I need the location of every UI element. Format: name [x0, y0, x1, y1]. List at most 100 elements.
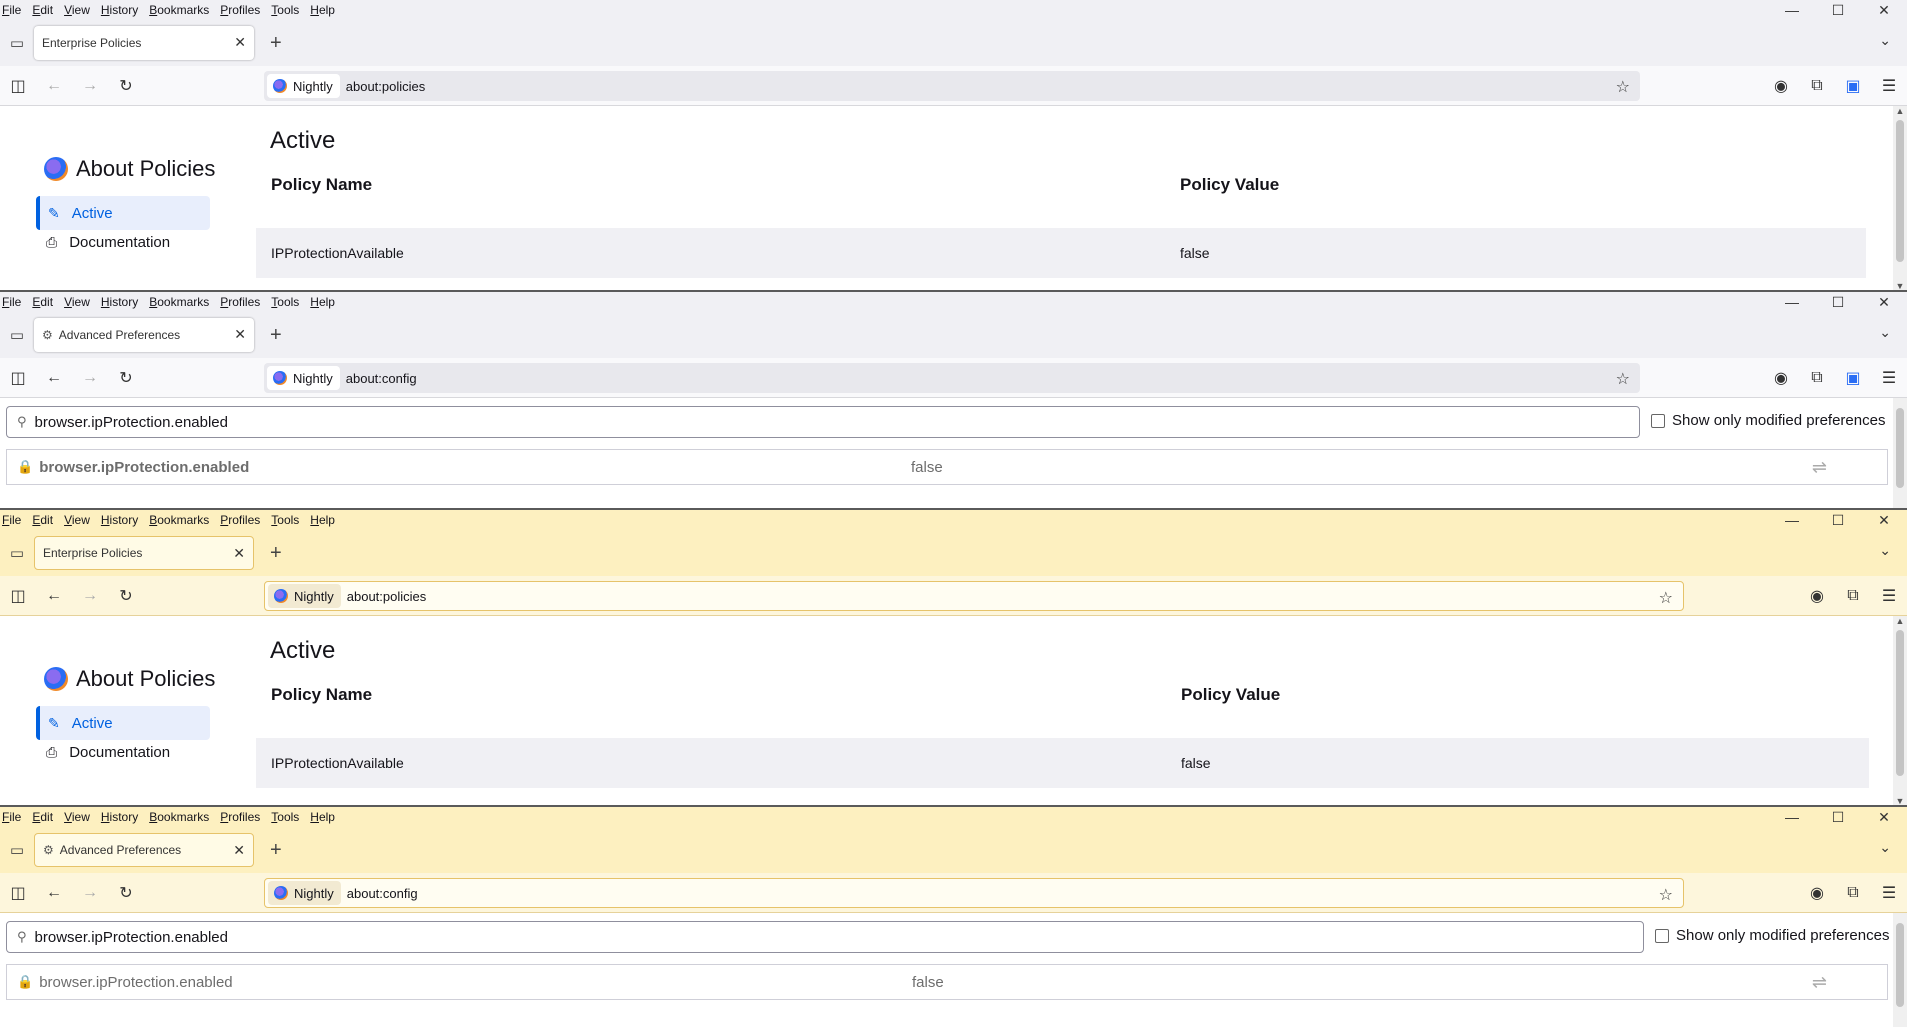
vpn-icon[interactable]: ▣	[1835, 368, 1871, 388]
identity-box[interactable]: Nightly	[268, 881, 341, 905]
close-window-button[interactable]: ✕	[1861, 2, 1907, 19]
back-icon[interactable]: ←	[36, 77, 72, 95]
maximize-button[interactable]: ☐	[1815, 2, 1861, 19]
minimize-button[interactable]: —	[1769, 512, 1815, 528]
menu-view[interactable]: View	[64, 810, 90, 824]
vpn-icon[interactable]: ▣	[1835, 76, 1871, 96]
scrollbar-thumb[interactable]	[1896, 630, 1904, 776]
menu-view[interactable]: View	[64, 513, 90, 527]
forward-icon[interactable]: →	[72, 884, 108, 902]
minimize-button[interactable]: —	[1769, 2, 1815, 18]
account-icon[interactable]: ◉	[1763, 76, 1799, 96]
reload-icon[interactable]: ↻	[108, 76, 144, 96]
show-modified-checkbox[interactable]: Show only modified preferences	[1651, 412, 1885, 429]
forward-icon[interactable]: →	[72, 369, 108, 387]
menu-file[interactable]: File	[2, 513, 21, 527]
tab-list-icon[interactable]: ▭	[0, 544, 34, 562]
search-input[interactable]: ⚲ browser.ipProtection.enabled	[6, 921, 1644, 953]
menu-view[interactable]: View	[64, 3, 90, 17]
menu-profiles[interactable]: Profiles	[220, 295, 260, 309]
extensions-icon[interactable]: ⧉	[1835, 884, 1871, 902]
url-bar[interactable]: Nightly about:config ☆	[264, 363, 1640, 393]
search-value[interactable]: browser.ipProtection.enabled	[35, 929, 228, 946]
menu-history[interactable]: History	[101, 3, 138, 17]
menu-bookmarks[interactable]: Bookmarks	[149, 295, 209, 309]
list-all-tabs-icon[interactable]: ⌄	[1879, 32, 1891, 49]
menu-view[interactable]: View	[64, 295, 90, 309]
tab-enterprise-policies[interactable]: Enterprise Policies ✕	[34, 26, 254, 60]
maximize-button[interactable]: ☐	[1815, 809, 1861, 826]
tab-enterprise-policies[interactable]: Enterprise Policies ✕	[34, 536, 254, 570]
menu-bookmarks[interactable]: Bookmarks	[149, 3, 209, 17]
close-tab-icon[interactable]: ✕	[233, 545, 245, 562]
scrollbar-thumb[interactable]	[1896, 408, 1904, 488]
menu-edit[interactable]: Edit	[32, 3, 53, 17]
url-text[interactable]: about:policies	[346, 79, 426, 94]
sidebar-item-active[interactable]: ✎ Active	[36, 196, 210, 230]
forward-icon[interactable]: →	[72, 587, 108, 605]
menu-profiles[interactable]: Profiles	[220, 3, 260, 17]
maximize-button[interactable]: ☐	[1815, 294, 1861, 311]
tab-list-icon[interactable]: ▭	[0, 841, 34, 859]
scroll-up-icon[interactable]: ▲	[1893, 616, 1907, 626]
reload-icon[interactable]: ↻	[108, 368, 144, 388]
new-tab-icon[interactable]: +	[270, 839, 282, 862]
close-tab-icon[interactable]: ✕	[234, 34, 246, 51]
menu-help[interactable]: Help	[310, 810, 335, 824]
new-tab-icon[interactable]: +	[270, 32, 282, 55]
list-all-tabs-icon[interactable]: ⌄	[1879, 324, 1891, 341]
back-icon[interactable]: ←	[36, 369, 72, 387]
back-icon[interactable]: ←	[36, 884, 72, 902]
extensions-icon[interactable]: ⧉	[1799, 369, 1835, 387]
menu-tools[interactable]: Tools	[271, 810, 299, 824]
sidebar-item-active[interactable]: ✎ Active	[36, 706, 210, 740]
extensions-icon[interactable]: ⧉	[1799, 77, 1835, 95]
bookmark-star-icon[interactable]: ☆	[1616, 77, 1630, 97]
scrollbar-thumb[interactable]	[1896, 923, 1904, 1007]
minimize-button[interactable]: —	[1769, 294, 1815, 310]
close-tab-icon[interactable]: ✕	[234, 326, 246, 343]
menu-tools[interactable]: Tools	[271, 3, 299, 17]
url-bar[interactable]: Nightly about:policies ☆	[264, 581, 1684, 611]
menu-file[interactable]: File	[2, 295, 21, 309]
account-icon[interactable]: ◉	[1763, 368, 1799, 388]
url-text[interactable]: about:policies	[347, 589, 427, 604]
toggle-icon[interactable]: ⇌	[1812, 972, 1827, 993]
tab-advanced-preferences[interactable]: ⚙ Advanced Preferences ✕	[34, 833, 254, 867]
menu-edit[interactable]: Edit	[32, 295, 53, 309]
identity-box[interactable]: Nightly	[268, 584, 341, 608]
menu-tools[interactable]: Tools	[271, 513, 299, 527]
scrollbar-thumb[interactable]	[1896, 120, 1904, 262]
menu-tools[interactable]: Tools	[271, 295, 299, 309]
menu-edit[interactable]: Edit	[32, 810, 53, 824]
list-all-tabs-icon[interactable]: ⌄	[1879, 542, 1891, 559]
url-text[interactable]: about:config	[346, 371, 417, 386]
url-bar[interactable]: Nightly about:policies ☆	[264, 71, 1640, 101]
account-icon[interactable]: ◉	[1799, 883, 1835, 903]
menu-icon[interactable]: ☰	[1871, 76, 1907, 96]
identity-box[interactable]: Nightly	[267, 74, 340, 98]
checkbox[interactable]	[1651, 413, 1665, 428]
menu-icon[interactable]: ☰	[1871, 883, 1907, 903]
menu-edit[interactable]: Edit	[32, 513, 53, 527]
menu-history[interactable]: History	[101, 295, 138, 309]
sidebar-item-documentation[interactable]: ⎙ Documentation	[46, 234, 170, 251]
menu-icon[interactable]: ☰	[1871, 368, 1907, 388]
close-window-button[interactable]: ✕	[1861, 294, 1907, 311]
menu-file[interactable]: File	[2, 3, 21, 17]
close-tab-icon[interactable]: ✕	[233, 842, 245, 859]
maximize-button[interactable]: ☐	[1815, 512, 1861, 529]
search-value[interactable]: browser.ipProtection.enabled	[35, 414, 228, 431]
close-window-button[interactable]: ✕	[1861, 809, 1907, 826]
back-icon[interactable]: ←	[36, 587, 72, 605]
tab-advanced-preferences[interactable]: ⚙ Advanced Preferences ✕	[34, 318, 254, 352]
sidebar-icon[interactable]: ◫	[0, 76, 36, 96]
menu-bookmarks[interactable]: Bookmarks	[149, 810, 209, 824]
bookmark-star-icon[interactable]: ☆	[1659, 588, 1673, 608]
menu-icon[interactable]: ☰	[1871, 586, 1907, 606]
tab-list-icon[interactable]: ▭	[0, 34, 34, 52]
account-icon[interactable]: ◉	[1799, 586, 1835, 606]
menu-history[interactable]: History	[101, 810, 138, 824]
minimize-button[interactable]: —	[1769, 809, 1815, 825]
bookmark-star-icon[interactable]: ☆	[1659, 885, 1673, 905]
